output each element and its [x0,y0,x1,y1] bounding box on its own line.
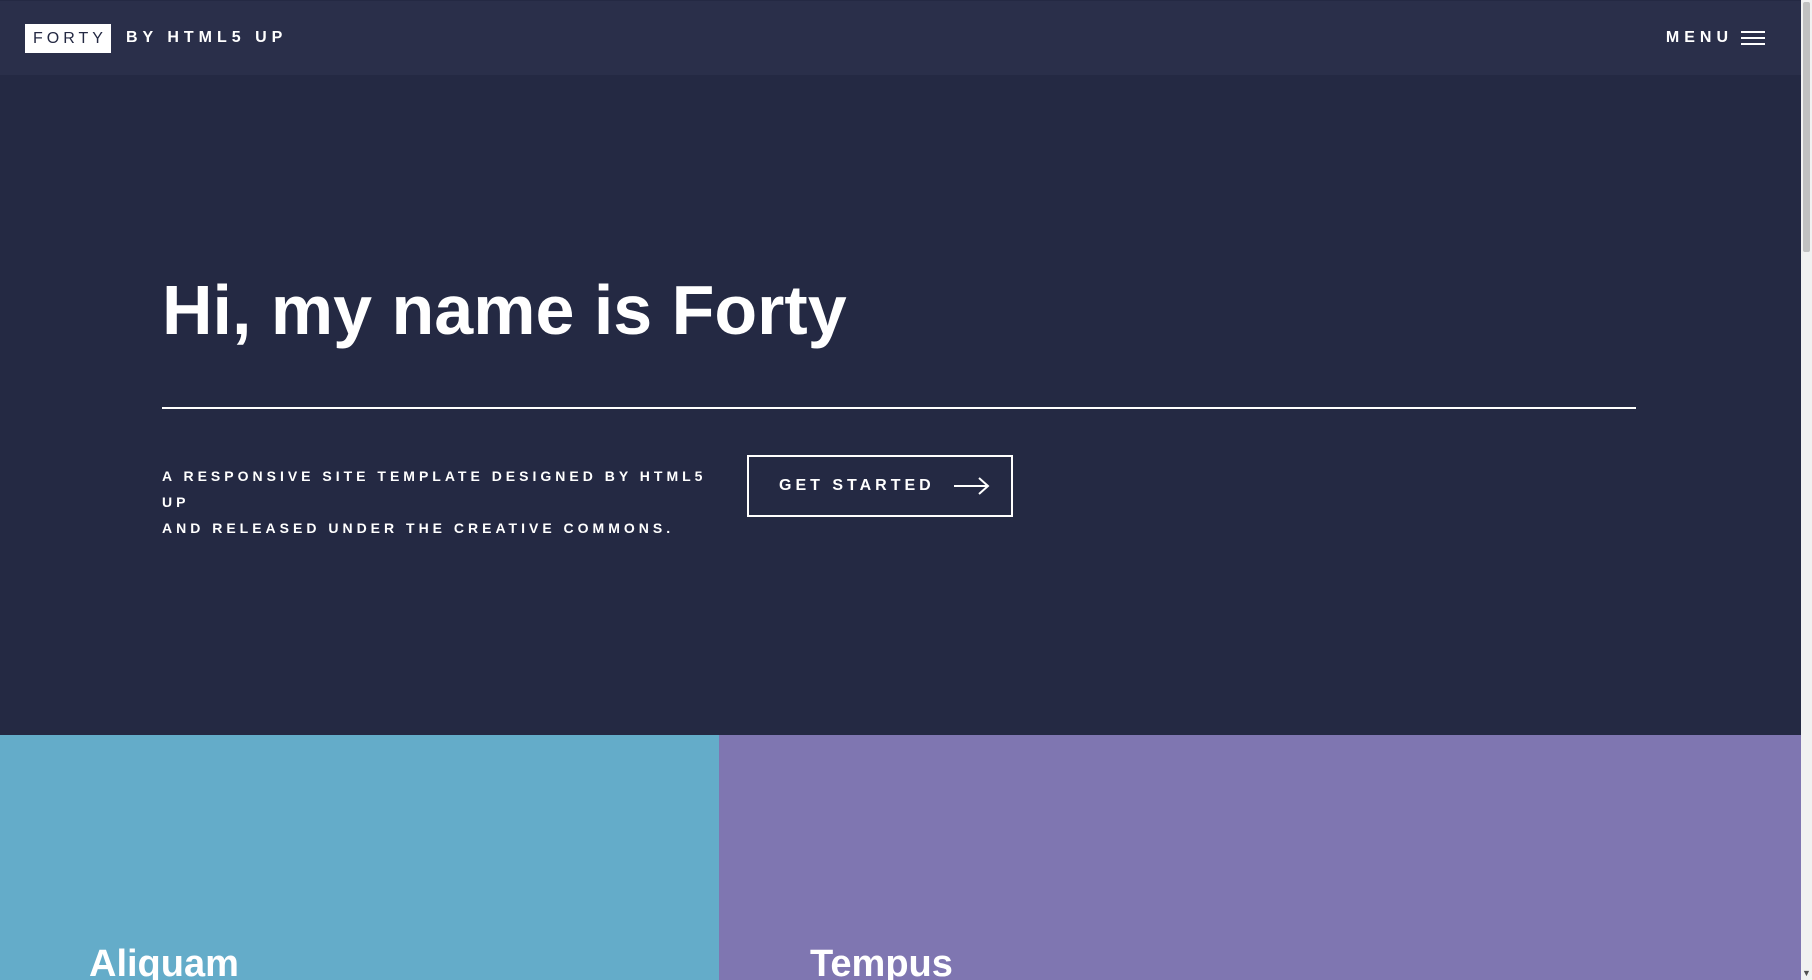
banner-text-line: A RESPONSIVE SITE TEMPLATE DESIGNED BY H… [162,468,707,510]
scrollbar-thumb[interactable] [1803,2,1810,252]
tile-tempus[interactable]: Tempus [719,735,1801,980]
banner-text-line: AND RELEASED UNDER THE CREATIVE COMMONS. [162,520,675,536]
arrow-right-icon [953,477,990,495]
logo-byline: BY HTML5 UP [125,29,288,46]
banner-title: Hi, my name is Forty [162,271,847,349]
tile-title: Tempus [810,943,953,980]
hamburger-line [1741,37,1765,39]
get-started-label: GET STARTED [779,477,935,494]
hamburger-icon [1741,31,1765,45]
banner-divider [162,407,1636,409]
logo-link[interactable]: FORTY BY HTML5 UP [25,23,288,53]
banner: Hi, my name is Forty A RESPONSIVE SITE T… [0,75,1801,735]
tile-title: Aliquam [89,943,239,980]
hamburger-line [1741,31,1765,33]
logo-box: FORTY [25,23,111,53]
tile-aliquam[interactable]: Aliquam [0,735,719,980]
vertical-scrollbar[interactable]: ▼ [1801,0,1812,980]
viewport: FORTY BY HTML5 UP MENU Hi, my name is Fo… [0,0,1801,980]
chevron-down-icon[interactable]: ▼ [1801,968,1812,978]
page: FORTY BY HTML5 UP MENU Hi, my name is Fo… [0,0,1812,980]
get-started-button[interactable]: GET STARTED [747,455,1013,517]
hamburger-line [1741,43,1765,45]
menu-button[interactable]: MENU [1666,1,1765,75]
header: FORTY BY HTML5 UP MENU [0,1,1801,75]
menu-label: MENU [1665,29,1733,46]
banner-description: A RESPONSIVE SITE TEMPLATE DESIGNED BY H… [162,463,722,541]
